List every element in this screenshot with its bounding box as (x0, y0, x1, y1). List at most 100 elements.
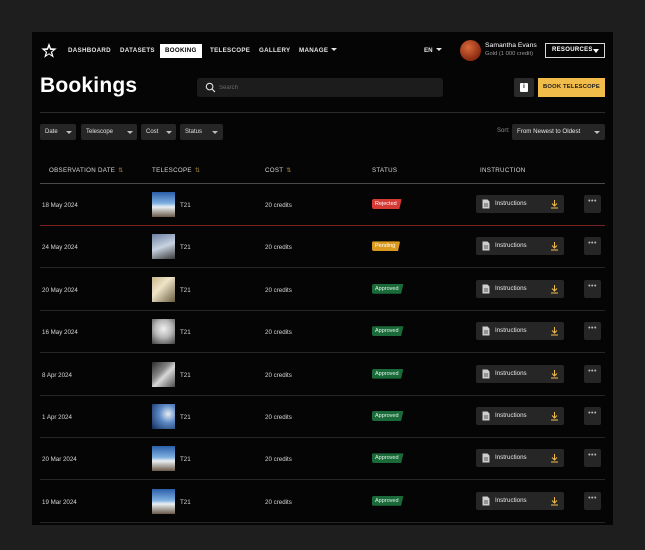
instructions-button[interactable]: Instructions (476, 322, 564, 341)
instructions-button[interactable]: Instructions (476, 279, 564, 298)
telescope-thumbnail (152, 361, 175, 387)
language-selector[interactable]: EN (424, 44, 442, 58)
nav-datasets[interactable]: DATASETS (120, 44, 155, 58)
filter-cost-label: Cost (146, 129, 159, 135)
instructions-label: Instructions (495, 369, 527, 377)
row-date: 18 May 2024 (42, 202, 78, 209)
document-icon (482, 453, 490, 463)
download-icon[interactable] (550, 453, 559, 463)
more-options-button[interactable]: ••• (584, 322, 601, 341)
sort-value: From Newest to Oldest (517, 128, 581, 135)
instructions-label: Instructions (495, 242, 527, 250)
nav-manage[interactable]: MANAGE (299, 44, 338, 58)
sort-arrows-icon: ⇅ (194, 168, 201, 174)
nav-booking[interactable]: BOOKING (160, 44, 202, 58)
sort-select[interactable]: From Newest to Oldest (512, 124, 605, 140)
table-row[interactable]: 8 Apr 2024 T21 20 credits Approved Instr… (40, 354, 605, 396)
instructions-button[interactable]: Instructions (476, 449, 564, 468)
app-window: DASHBOARD DATASETS BOOKING TELESCOPE GAL… (32, 32, 613, 525)
table-row[interactable]: 18 May 2024 T21 20 credits Rejected Inst… (40, 184, 605, 226)
column-header-telescope[interactable]: TELESCOPE ⇅ (152, 167, 200, 174)
row-telescope: T21 (180, 329, 191, 337)
header-divider (40, 112, 605, 113)
instructions-label: Instructions (495, 412, 527, 419)
document-icon (482, 241, 490, 251)
more-options-button[interactable]: ••• (584, 195, 601, 213)
filter-cost[interactable]: Cost (141, 124, 176, 140)
column-header-cost-label: COST (265, 167, 284, 174)
row-date: 20 May 2024 (42, 286, 78, 294)
row-date: 16 May 2024 (42, 329, 78, 337)
chevron-down-icon (593, 49, 599, 53)
instructions-label: Instructions (495, 327, 527, 335)
instructions-button[interactable]: Instructions (476, 237, 564, 256)
download-icon[interactable] (550, 241, 559, 251)
more-options-button[interactable]: ••• (584, 449, 601, 468)
row-date: 8 Apr 2024 (42, 371, 72, 379)
info-button[interactable]: i (514, 78, 534, 97)
more-options-button[interactable]: ••• (584, 237, 601, 256)
filter-status[interactable]: Status (180, 124, 223, 140)
table-row[interactable]: 24 May 2024 T21 20 credits Pending Instr… (40, 226, 605, 269)
column-header-date[interactable]: OBSERVATION DATE ⇅ (49, 167, 124, 174)
telescope-thumbnail (152, 319, 175, 345)
instructions-label: Instructions (495, 284, 527, 292)
document-icon (482, 199, 490, 209)
row-telescope: T21 (180, 498, 191, 506)
table-row[interactable]: 19 Mar 2024 T21 20 credits Approved Inst… (40, 481, 605, 523)
nav-gallery[interactable]: GALLERY (259, 44, 290, 58)
download-icon[interactable] (550, 496, 559, 506)
nav-dashboard[interactable]: DASHBOARD (68, 44, 111, 58)
resources-button[interactable]: RESOURCES (545, 43, 605, 58)
table-row[interactable]: 20 May 2024 T21 20 credits Approved Inst… (40, 269, 605, 311)
filter-date[interactable]: Date (40, 124, 76, 140)
row-cost: 20 credits (265, 329, 292, 337)
nav-telescope[interactable]: TELESCOPE (210, 44, 250, 58)
row-cost: 20 credits (265, 414, 292, 421)
search-bar[interactable] (197, 78, 443, 97)
logo-icon[interactable] (40, 42, 58, 60)
column-header-cost[interactable]: COST ⇅ (265, 167, 292, 174)
table-row[interactable]: 16 May 2024 T21 20 credits Approved Inst… (40, 311, 605, 354)
row-telescope: T21 (180, 244, 191, 252)
row-date: 24 May 2024 (42, 244, 78, 252)
download-icon[interactable] (550, 369, 559, 379)
status-badge: Approved (372, 368, 404, 379)
more-options-button[interactable]: ••• (584, 279, 601, 298)
row-telescope: T21 (180, 414, 191, 421)
more-options-button[interactable]: ••• (584, 407, 601, 425)
more-options-button[interactable]: ••• (584, 491, 601, 510)
status-badge: Pending (372, 241, 401, 252)
instructions-button[interactable]: Instructions (476, 195, 564, 213)
download-icon[interactable] (550, 326, 559, 336)
document-icon (482, 326, 490, 336)
instructions-button[interactable]: Instructions (476, 364, 564, 383)
row-telescope: T21 (180, 456, 191, 464)
column-header-instruction: INSTRUCTION (480, 167, 526, 174)
table-row[interactable]: 1 Apr 2024 T21 20 credits Approved Instr… (40, 396, 605, 438)
row-telescope: T21 (180, 202, 191, 209)
page-title: Bookings (40, 74, 138, 97)
instructions-button[interactable]: Instructions (476, 407, 564, 425)
document-icon (482, 411, 490, 421)
user-credit: Gold (1 000 credit) (485, 51, 534, 57)
row-cost: 20 credits (265, 456, 292, 464)
column-header-status: STATUS (372, 167, 398, 174)
more-options-button[interactable]: ••• (584, 364, 601, 383)
filter-telescope[interactable]: Telescope (81, 124, 137, 140)
download-icon[interactable] (550, 284, 559, 294)
chevron-down-icon (212, 131, 218, 134)
chevron-down-icon (435, 48, 442, 51)
instructions-label: Instructions (495, 454, 527, 462)
download-icon[interactable] (550, 199, 559, 209)
telescope-thumbnail (152, 276, 175, 302)
row-cost: 20 credits (265, 244, 292, 252)
search-input[interactable] (219, 78, 419, 97)
avatar[interactable] (460, 40, 481, 61)
language-label: EN (424, 47, 433, 54)
instructions-button[interactable]: Instructions (476, 491, 564, 510)
download-icon[interactable] (550, 411, 559, 421)
status-badge: Approved (372, 495, 404, 506)
table-row[interactable]: 20 Mar 2024 T21 20 credits Approved Inst… (40, 438, 605, 481)
book-telescope-button[interactable]: BOOK TELESCOPE (538, 78, 605, 97)
